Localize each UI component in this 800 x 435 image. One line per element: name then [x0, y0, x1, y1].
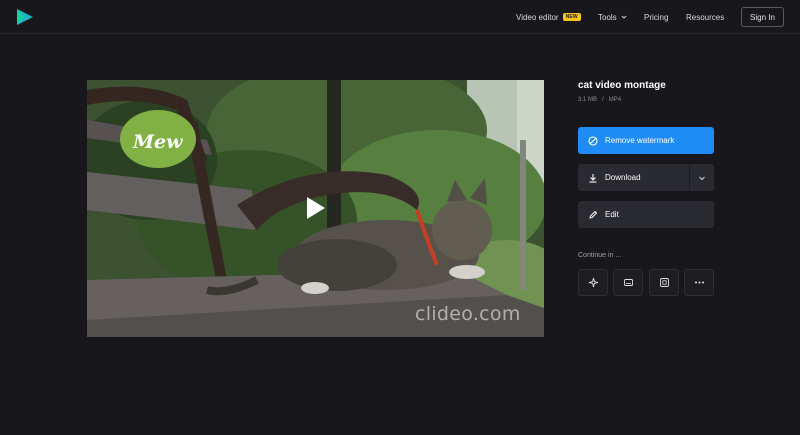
download-split-divider [689, 164, 690, 191]
crop-icon [659, 278, 669, 287]
block-icon [588, 135, 598, 146]
subtitles-icon [623, 279, 633, 286]
chevron-down-icon [621, 15, 627, 19]
remove-watermark-button[interactable]: Remove watermark [578, 127, 714, 154]
play-icon[interactable] [299, 193, 329, 223]
new-badge: NEW [562, 13, 581, 21]
nav-pricing[interactable]: Pricing [644, 0, 668, 34]
nav-pricing-label: Pricing [644, 12, 669, 22]
pencil-icon [589, 210, 598, 219]
clideo-logo-icon[interactable] [14, 7, 36, 27]
continue-tool-sparkle[interactable] [578, 269, 608, 296]
continue-tool-crop[interactable] [649, 269, 679, 296]
nav-tools-label: Tools [598, 12, 617, 22]
nav-resources[interactable]: Resources [686, 0, 724, 34]
edit-button[interactable]: Edit [578, 201, 714, 228]
top-header: Video editor NEW Tools Pricing Resources … [0, 0, 800, 34]
mew-logo-text: Mew [133, 131, 183, 153]
file-size: 3.1 MB [578, 97, 598, 103]
nav-video-editor[interactable]: Video editor NEW [516, 0, 581, 34]
sign-in-button[interactable]: Sign In [741, 7, 784, 27]
more-icon [694, 281, 704, 284]
nav-resources-label: Resources [686, 12, 725, 22]
nav-video-editor-label: Video editor [516, 12, 559, 22]
chevron-down-icon[interactable] [698, 174, 706, 182]
download-icon [589, 173, 597, 183]
file-format: MP4 [608, 97, 622, 103]
download-label: Download [605, 173, 641, 182]
edit-label: Edit [605, 210, 619, 219]
video-preview[interactable] [87, 80, 544, 337]
download-button[interactable]: Download [578, 164, 714, 191]
continue-tool-subtitles[interactable] [613, 269, 643, 296]
meta-separator: / [602, 97, 604, 103]
nav-tools[interactable]: Tools [598, 0, 627, 34]
continue-tool-more[interactable] [684, 269, 714, 296]
file-title: cat video montage [578, 80, 666, 91]
clideo-watermark: clideo.com [415, 303, 521, 325]
sparkle-icon [588, 277, 598, 288]
file-meta: 3.1 MB / MP4 [578, 97, 621, 103]
continue-in-label: Continue in ... [578, 252, 622, 259]
remove-watermark-label: Remove watermark [605, 136, 675, 145]
